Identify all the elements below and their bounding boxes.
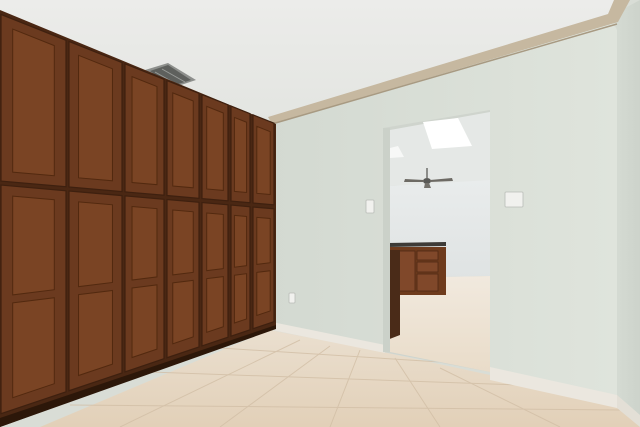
cabinet-panel-lower-bottom [172, 279, 194, 345]
cabinet-panel-lower-top [78, 201, 113, 288]
cabinet-panel-lower-top [172, 209, 194, 276]
cabinet-panel-lower-bottom [206, 276, 224, 334]
cabinet-panel-lower-top [131, 205, 158, 281]
light-switch-plate [365, 199, 375, 214]
cabinet-panel-lower-bottom [78, 289, 113, 377]
cabinet-panel-upper [206, 105, 224, 191]
cabinet-panel-lower-top [206, 212, 224, 272]
cabinet-panel-lower-top [256, 216, 271, 265]
cabinet-panel-upper [12, 28, 55, 177]
light-switch-plate-right [504, 191, 524, 208]
cabinet-panel-lower-top [12, 195, 55, 296]
room-photo [0, 0, 640, 427]
cabinet-panel-upper [78, 54, 113, 182]
cabinet-panel-lower-bottom [12, 297, 55, 399]
cabinet-panel-upper [256, 125, 271, 196]
door-jamb-left [383, 128, 390, 352]
outlet [288, 292, 296, 304]
cabinet-panel-upper [172, 92, 194, 189]
cabinet-panel-lower-bottom [256, 270, 271, 317]
doorway [383, 110, 490, 372]
cabinet-panel-lower-bottom [233, 273, 248, 324]
cabinet-panel-lower-top [233, 214, 248, 268]
cabinet-panel-upper [233, 116, 248, 193]
cabinet-panel-lower-bottom [131, 284, 158, 359]
cabinet-panel-upper [131, 75, 158, 186]
